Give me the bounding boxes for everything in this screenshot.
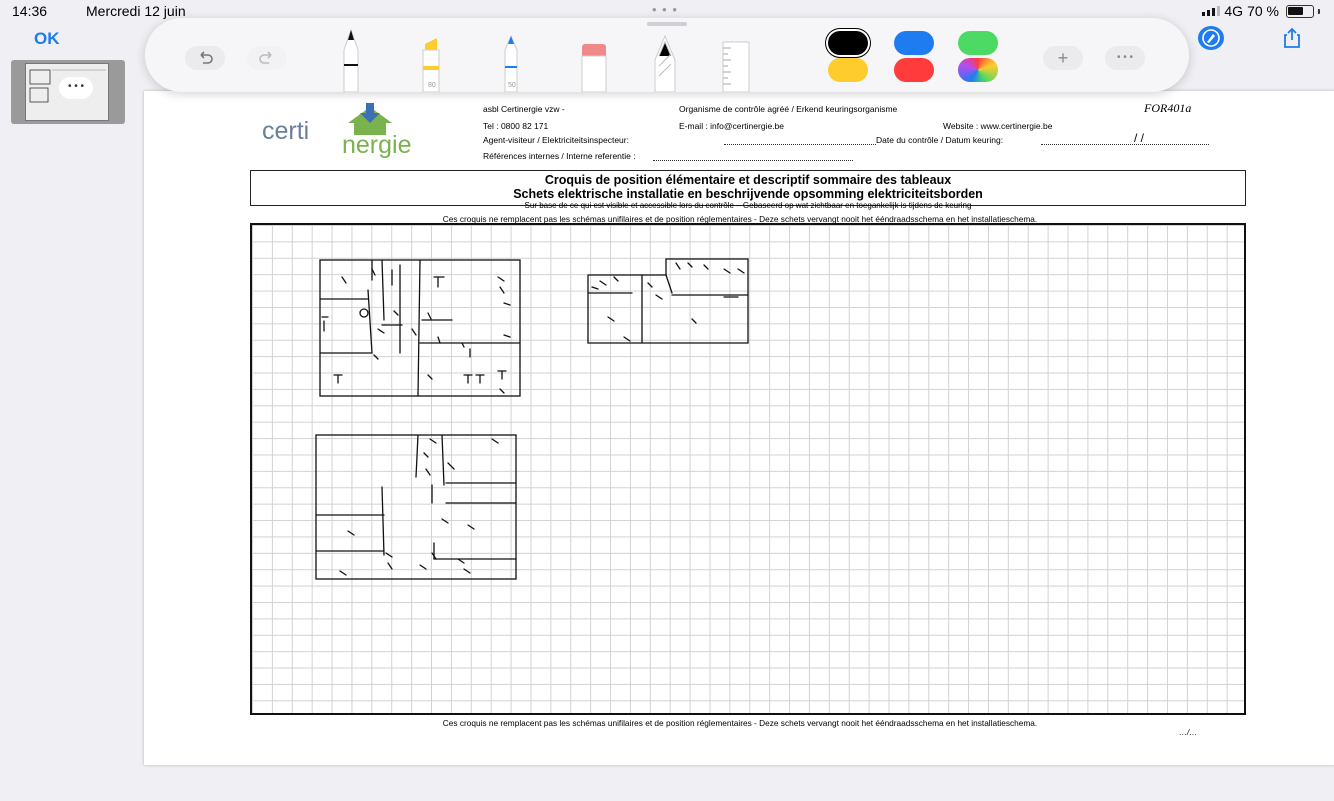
ruler-tool[interactable] — [721, 26, 751, 97]
undo-button[interactable] — [185, 46, 225, 70]
status-time: 14:36 — [12, 3, 48, 19]
title-fr: Croquis de position élémentaire et descr… — [544, 173, 952, 187]
date-field[interactable] — [1041, 144, 1209, 145]
refs-field[interactable] — [653, 160, 853, 161]
ruler-icon — [722, 41, 750, 93]
website: Website : www.certinergie.be — [943, 121, 1053, 131]
battery-tip — [1318, 8, 1320, 14]
page-number: …/… — [1179, 728, 1198, 737]
add-button[interactable]: + — [1043, 46, 1083, 70]
share-icon — [1284, 27, 1300, 48]
pen-tool[interactable] — [340, 26, 362, 97]
lasso-tool[interactable] — [651, 26, 679, 97]
disclaimer-bottom: Ces croquis ne remplacent pas les schéma… — [442, 718, 1038, 728]
battery-percent: 70 % — [1247, 3, 1279, 19]
status-indicators: 4G 70 % — [1202, 3, 1320, 19]
floor-plan-1 — [319, 259, 521, 397]
markup-toggle-button[interactable] — [1198, 26, 1224, 50]
logo-text-nergie: nergie — [342, 131, 412, 159]
agent-label: Agent-visiteur / Elektriciteitsinspecteu… — [483, 135, 629, 145]
ok-button[interactable]: OK — [34, 29, 60, 49]
sketch-grid[interactable] — [250, 223, 1246, 715]
date-label: Date du contrôle / Datum keuring: — [876, 135, 1004, 145]
markup-toolbar: 80 50 + • • • — [145, 18, 1189, 93]
battery-icon — [1286, 4, 1314, 18]
form-title-box: Croquis de position élémentaire et descr… — [250, 170, 1246, 210]
floor-plan-2 — [587, 258, 749, 344]
color-yellow-swatch[interactable] — [828, 58, 868, 82]
toolbar-more-button[interactable]: • • • — [1105, 46, 1145, 70]
color-blue-swatch[interactable] — [894, 31, 934, 55]
marker-tool[interactable]: 80 — [419, 26, 443, 97]
refs-label: Références internes / Interne referentie… — [483, 151, 636, 161]
pen-icon — [343, 28, 359, 93]
share-button[interactable] — [1280, 26, 1304, 50]
email: E-mail : info@certinergie.be — [679, 121, 785, 131]
undo-icon — [200, 51, 213, 64]
title-subtitle: Sur base de ce qui est visible et access… — [524, 201, 972, 210]
certinergie-logo: certi nergie — [262, 103, 484, 159]
marker-size-label: 80 — [428, 82, 436, 89]
eraser-tool[interactable] — [579, 26, 609, 97]
pencil-size-label: 50 — [508, 82, 516, 89]
page-thumbnail[interactable]: • • • — [11, 60, 125, 124]
network-label: 4G — [1224, 3, 1244, 19]
form-code: FOR401a — [1144, 101, 1192, 115]
status-date: Mercredi 12 juin — [86, 3, 186, 19]
status-bar: 14:36 Mercredi 12 juin • • • 4G 70 % — [0, 0, 1334, 20]
title-nl: Schets elektrische installatie en beschr… — [513, 187, 983, 201]
handwritten-sketch — [315, 258, 749, 580]
pencil-tool[interactable]: 50 — [499, 26, 523, 97]
redo-button[interactable] — [247, 46, 287, 70]
document-page: certi nergie asbl Certinergie vzw - Orga… — [144, 91, 1334, 765]
date-slashes: / / — [1134, 131, 1145, 145]
top-right-actions — [1194, 26, 1334, 50]
tel: Tel : 0800 82 171 — [483, 121, 549, 131]
markup-pen-icon — [1202, 29, 1220, 47]
org-name: asbl Certinergie vzw - — [483, 104, 565, 114]
floor-plan-3 — [315, 434, 517, 580]
multitask-dots[interactable]: • • • — [652, 2, 678, 17]
signal-icon — [1202, 6, 1221, 16]
org-type: Organisme de contrôle agréé / Erkend keu… — [679, 104, 898, 114]
logo-text-certi: certi — [262, 117, 310, 145]
color-wheel-picker[interactable] — [958, 58, 998, 82]
lasso-icon — [654, 34, 676, 93]
color-black-swatch[interactable] — [828, 31, 868, 55]
eraser-icon — [581, 44, 607, 93]
agent-field[interactable] — [724, 144, 876, 145]
color-green-swatch[interactable] — [958, 31, 998, 55]
thumbnail-more-button[interactable]: • • • — [59, 77, 93, 99]
color-red-swatch[interactable] — [894, 58, 934, 82]
redo-icon — [259, 51, 272, 64]
